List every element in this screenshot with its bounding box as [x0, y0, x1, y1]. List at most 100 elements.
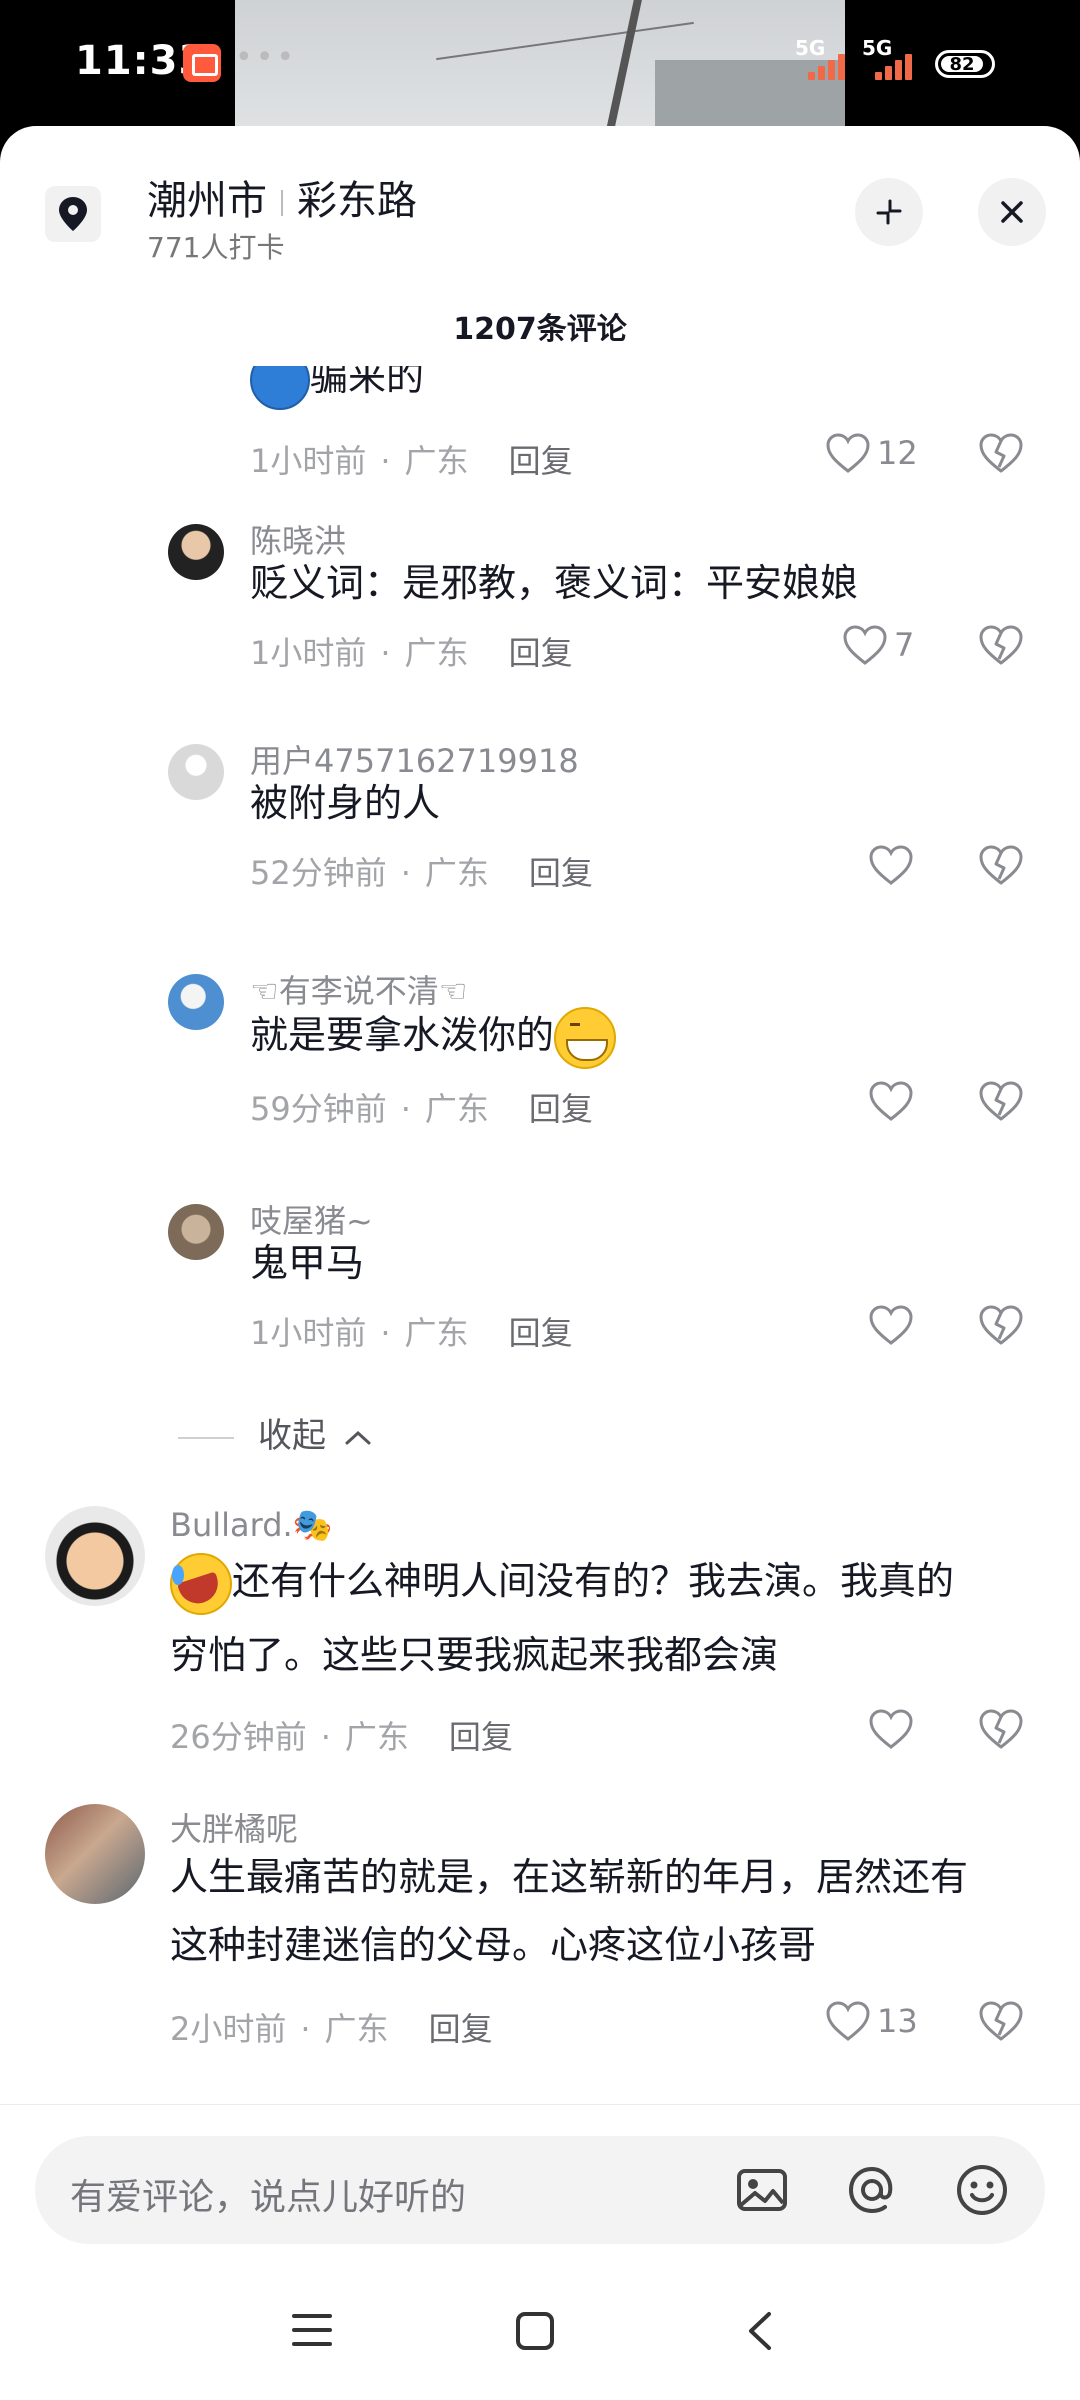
video-pole [604, 0, 644, 130]
comment-list[interactable]: 骗来的 1小时前 · 广东 回复 12 陈晓洪 贬义词：是邪教，褒义词：平安娘娘 1小… [0, 366, 1080, 2221]
location-title[interactable]: 潮州市 彩东路 [147, 168, 417, 226]
face-emoji-icon [250, 366, 310, 410]
reply-button[interactable]: 回复 [449, 1718, 513, 1756]
location-pin-icon[interactable] [45, 186, 101, 242]
like-button[interactable] [868, 1080, 914, 1130]
minimize-icon [876, 199, 902, 225]
dislike-button[interactable] [978, 1708, 1028, 1758]
comment-sheet: 潮州市 彩东路 771人打卡 1207条评论 骗来的 1小时前 · 广东 回复 12 [0, 126, 1080, 2400]
username[interactable]: Bullard.🎭 [170, 1506, 333, 1544]
broken-heart-icon [979, 433, 1023, 473]
heart-icon [826, 2001, 870, 2041]
like-button[interactable]: 12 [825, 432, 918, 482]
back-icon[interactable] [745, 2310, 775, 2356]
comment-text: 贬义词：是邪教，褒义词：平安娘娘 [250, 561, 859, 605]
comment-meta: 1小时前 · 广东 回复 [250, 634, 573, 672]
avatar[interactable] [168, 744, 224, 800]
home-icon[interactable] [514, 2310, 556, 2356]
video-wire [436, 21, 694, 61]
heart-icon [843, 625, 887, 665]
reply-button[interactable]: 回复 [529, 1090, 593, 1128]
city-name: 潮州市 [147, 178, 267, 224]
more-notifications-icon: ••• [235, 40, 298, 75]
dislike-button[interactable] [978, 1080, 1028, 1130]
checkin-count: 771人打卡 [147, 231, 285, 264]
video-preview[interactable] [235, 0, 845, 130]
collapse-divider [178, 1436, 234, 1439]
signal-bars-icon [808, 50, 854, 80]
battery-level: 82 [941, 56, 983, 74]
comment-meta: 1小时前 · 广东 回复 [250, 1314, 573, 1352]
comment-meta: 59分钟前 · 广东 回复 [250, 1090, 593, 1128]
comment-meta: 2小时前 · 广东 回复 [170, 2010, 493, 2048]
like-button[interactable] [868, 844, 914, 894]
comment-meta: 26分钟前 · 广东 回复 [170, 1718, 513, 1756]
collapse-replies-button[interactable]: 收起 [178, 1408, 373, 1457]
broken-heart-icon [979, 2001, 1023, 2041]
like-count: 12 [877, 434, 918, 472]
system-navigation-bar [0, 2270, 1080, 2400]
broken-heart-icon [979, 1709, 1023, 1749]
comment-text: 还有什么神明人间没有的？我去演。我真的 [170, 1544, 954, 1618]
emoji-icon[interactable] [955, 2163, 1009, 2217]
comment-text: 就是要拿水泼你的 [250, 998, 617, 1072]
dislike-button[interactable] [978, 1304, 1028, 1354]
reply-button[interactable]: 回复 [509, 634, 573, 672]
avatar[interactable] [45, 1804, 145, 1904]
at-icon[interactable] [845, 2163, 899, 2217]
chevron-up-icon [345, 1430, 371, 1444]
title-divider [281, 190, 283, 216]
signal-bars-icon-2 [875, 50, 921, 80]
broken-heart-icon [979, 1081, 1023, 1121]
like-count: 13 [877, 2002, 918, 2040]
comment-text: 鬼甲马 [250, 1241, 365, 1285]
comment-text-line2: 这种封建迷信的父母。心疼这位小孩哥 [170, 1923, 817, 1967]
battery-icon: 82 [935, 50, 995, 78]
crying-laugh-emoji-icon [170, 1552, 232, 1615]
broken-heart-icon [979, 1305, 1023, 1345]
notification-app-icon [183, 44, 221, 82]
close-button[interactable] [978, 178, 1046, 246]
minimize-button[interactable] [855, 178, 923, 246]
comment-text: 人生最痛苦的就是，在这崭新的年月，居然还有 [170, 1855, 969, 1899]
broken-heart-icon [979, 845, 1023, 885]
comment-meta: 1小时前 · 广东 回复 [250, 442, 573, 480]
road-name: 彩东路 [297, 178, 417, 224]
dislike-button[interactable] [978, 2000, 1028, 2050]
reply-button[interactable]: 回复 [509, 442, 573, 480]
heart-icon [826, 433, 870, 473]
like-button[interactable]: 7 [842, 624, 914, 674]
dislike-button[interactable] [978, 432, 1028, 482]
reply-button[interactable]: 回复 [429, 2010, 493, 2048]
menu-icon[interactable] [290, 2310, 334, 2354]
comment-text: 骗来的 [250, 366, 424, 414]
heart-icon [869, 845, 913, 885]
broken-heart-icon [979, 625, 1023, 665]
comment-input-placeholder: 有爱评论，说点儿好听的 [70, 2177, 467, 2218]
avatar[interactable] [45, 1506, 145, 1606]
comment-text-line2: 穷怕了。这些只要我疯起来我都会演 [170, 1633, 779, 1677]
input-divider [0, 2104, 1080, 2105]
grin-emoji-icon [554, 1006, 617, 1069]
heart-icon [869, 1709, 913, 1749]
comment-text: 被附身的人 [250, 781, 441, 825]
avatar[interactable] [168, 524, 224, 580]
comment-count-title: 1207条评论 [453, 312, 627, 347]
status-bar: 11:33 ••• 5G 5G 82 [0, 0, 1080, 130]
reply-button[interactable]: 回复 [509, 1314, 573, 1352]
reply-button[interactable]: 回复 [529, 854, 593, 892]
heart-icon [869, 1081, 913, 1121]
dislike-button[interactable] [978, 624, 1028, 674]
avatar[interactable] [168, 1204, 224, 1260]
like-button[interactable]: 13 [825, 2000, 918, 2050]
avatar[interactable] [168, 974, 224, 1030]
like-count: 7 [894, 626, 915, 664]
image-icon[interactable] [735, 2163, 789, 2217]
close-icon [1001, 201, 1023, 223]
heart-icon [869, 1305, 913, 1345]
like-button[interactable] [868, 1304, 914, 1354]
comment-meta: 52分钟前 · 广东 回复 [250, 854, 593, 892]
comment-input[interactable]: 有爱评论，说点儿好听的 [35, 2136, 1045, 2244]
dislike-button[interactable] [978, 844, 1028, 894]
like-button[interactable] [868, 1708, 914, 1758]
